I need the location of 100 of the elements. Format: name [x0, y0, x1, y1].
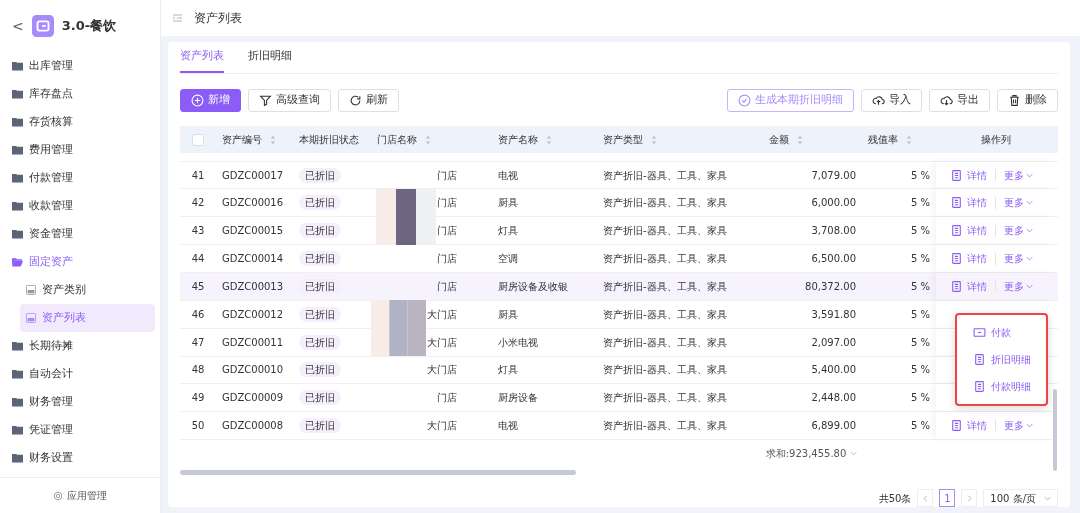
sidebar-item[interactable]: 资金管理	[0, 220, 160, 248]
table-cell: 小米电视	[498, 336, 538, 348]
tab[interactable]: 资产列表	[180, 48, 224, 73]
table-row[interactable]: 45 GDZC00013 已折旧 门店 厨房设备及收银 资产折旧-器具、工具、家具 80,372.00 5 % 详情 更多	[180, 273, 1058, 301]
sidebar-subitem[interactable]: 资产类别	[20, 276, 155, 304]
table-cell: 资产折旧-器具、工具、家具	[603, 225, 727, 237]
select-all-checkbox[interactable]	[192, 133, 204, 146]
sidebar-item[interactable]: 付款管理	[0, 164, 160, 192]
details-link[interactable]: 详情	[950, 167, 987, 183]
sidebar-item[interactable]: 长期待摊	[0, 332, 160, 360]
table-cell: GDZC00017	[222, 169, 284, 181]
app-title: 3.0-餐饮	[61, 17, 117, 36]
table-row[interactable]: 41 GDZC00017 已折旧 门店 电视 资产折旧-器具、工具、家具 7,079.00 5 % 详情 更多	[180, 161, 1058, 190]
details-link[interactable]: 详情	[950, 278, 987, 294]
status-badge: 已折旧	[299, 334, 341, 350]
sidebar-item[interactable]: 财务管理	[0, 388, 160, 416]
table-cell: GDZC00016	[222, 197, 284, 209]
sort-icon	[425, 134, 431, 145]
details-link[interactable]: 详情	[950, 195, 987, 211]
blur-mosaic	[376, 188, 436, 217]
more-link[interactable]: 更多	[1004, 195, 1033, 211]
table-cell-text: 门店	[437, 224, 457, 239]
table-cell-text: 门店	[437, 196, 457, 211]
app-logo-icon	[31, 15, 54, 37]
table-cell: 厨房设备	[498, 392, 538, 404]
folder-icon	[12, 453, 23, 463]
tab[interactable]: 折旧明细	[248, 48, 292, 73]
sidebar-item[interactable]: 库存盘点	[0, 80, 160, 108]
sidebar-item[interactable]: 费用管理	[0, 136, 160, 164]
filter-icon	[259, 94, 272, 107]
row-number: 45	[191, 279, 205, 294]
status-badge: 已折旧	[299, 306, 341, 322]
sort-icon	[270, 134, 276, 145]
table-cell: 5 %	[910, 169, 930, 181]
row-number: 41	[191, 168, 205, 183]
sidebar-item[interactable]: 收款管理	[0, 192, 160, 220]
table-row[interactable]: 44 GDZC00014 已折旧 门店 空调 资产折旧-器具、工具、家具 6,500.00 5 % 详情 更多	[180, 245, 1058, 274]
table-cell-text: 门店	[437, 279, 457, 294]
table-cell: 资产折旧-器具、工具、家具	[603, 308, 727, 320]
sidebar-item[interactable]: 固定资产	[0, 248, 160, 276]
table-cell-text: 大门店	[427, 307, 457, 322]
column-header: 本期折旧状态	[299, 133, 359, 148]
table-row[interactable]: 50 GDZC00008 已折旧 大门店 电视 资产折旧-器具、工具、家具 6,899.00 5 % 详情 更多	[180, 411, 1058, 440]
chevron-down-icon[interactable]	[850, 451, 858, 457]
table-cell: 6,500.00	[811, 253, 856, 265]
cloud-upload-icon	[872, 94, 885, 107]
toolbar-button[interactable]: 删除	[997, 89, 1058, 112]
sidebar-item[interactable]: 出库管理	[0, 52, 160, 80]
page-button[interactable]: 1	[939, 489, 956, 507]
table-cell-text: 大门店	[427, 335, 457, 350]
status-badge: 已折旧	[299, 362, 341, 378]
more-link[interactable]: 更多	[1004, 167, 1033, 183]
chevron-down-icon	[1026, 228, 1033, 234]
table-cell: 厨房设备及收银	[498, 280, 568, 292]
horizontal-scrollbar[interactable]	[180, 470, 576, 475]
column-header: 残值率	[868, 133, 898, 148]
row-number: 44	[191, 252, 205, 267]
table-cell: 厨具	[498, 308, 518, 320]
sidebar-item[interactable]: 存货核算	[0, 108, 160, 136]
more-link[interactable]: 更多	[1004, 417, 1033, 433]
toolbar-button[interactable]: 高级查询	[248, 89, 331, 112]
chevron-down-icon	[1044, 495, 1051, 501]
document-icon	[950, 279, 963, 293]
collapse-menu-icon[interactable]	[173, 14, 182, 22]
page-size-select[interactable]: 100 条/页	[983, 489, 1058, 507]
table-row[interactable]: 42 GDZC00016 已折旧 门店 厨具 资产折旧-器具、工具、家具 6,000.00 5 % 详情 更多	[180, 189, 1058, 218]
sidebar-item[interactable]: 自动会计	[0, 360, 160, 388]
folder-icon	[12, 61, 23, 71]
vertical-scrollbar[interactable]	[1053, 389, 1057, 472]
status-badge: 已折旧	[299, 390, 341, 406]
toolbar-button[interactable]: 新增	[180, 89, 241, 112]
more-link[interactable]: 更多	[1004, 251, 1033, 267]
table-cell: GDZC00010	[222, 364, 284, 376]
more-link[interactable]: 更多	[1004, 278, 1033, 294]
sidebar-subitem[interactable]: 资产列表	[20, 304, 155, 332]
previous-page-button[interactable]	[917, 489, 934, 507]
toolbar-button[interactable]: 导出	[929, 89, 990, 112]
app-management-link[interactable]: 应用管理	[67, 488, 107, 503]
table-cell: GDZC00011	[222, 336, 284, 348]
table-row[interactable]: 43 GDZC00015 已折旧 门店 灯具 资产折旧-器具、工具、家具 3,708.00 5 % 详情 更多	[180, 217, 1058, 246]
more-link[interactable]: 更多	[1004, 223, 1033, 239]
details-link[interactable]: 详情	[950, 223, 987, 239]
back-button[interactable]: <	[12, 15, 24, 37]
toolbar-button[interactable]: 导入	[861, 89, 922, 112]
table-cell: GDZC00012	[222, 308, 284, 320]
column-header: 资产名称	[498, 133, 538, 148]
folder-icon	[12, 145, 23, 155]
folder-icon	[12, 341, 23, 351]
toolbar-button[interactable]: 刷新	[338, 89, 399, 112]
total-count: 共50条	[878, 491, 912, 506]
table-cell: 灯具	[498, 364, 518, 376]
column-header: 门店名称	[377, 133, 417, 148]
details-link[interactable]: 详情	[950, 417, 987, 433]
sidebar-item[interactable]: 凭证管理	[0, 416, 160, 444]
table-cell: 6,899.00	[811, 419, 856, 431]
details-link[interactable]: 详情	[950, 251, 987, 267]
sidebar-item[interactable]: 财务设置	[0, 444, 160, 472]
next-page-button[interactable]	[961, 489, 978, 507]
chevron-down-icon	[1026, 283, 1033, 289]
folder-icon	[12, 425, 23, 435]
